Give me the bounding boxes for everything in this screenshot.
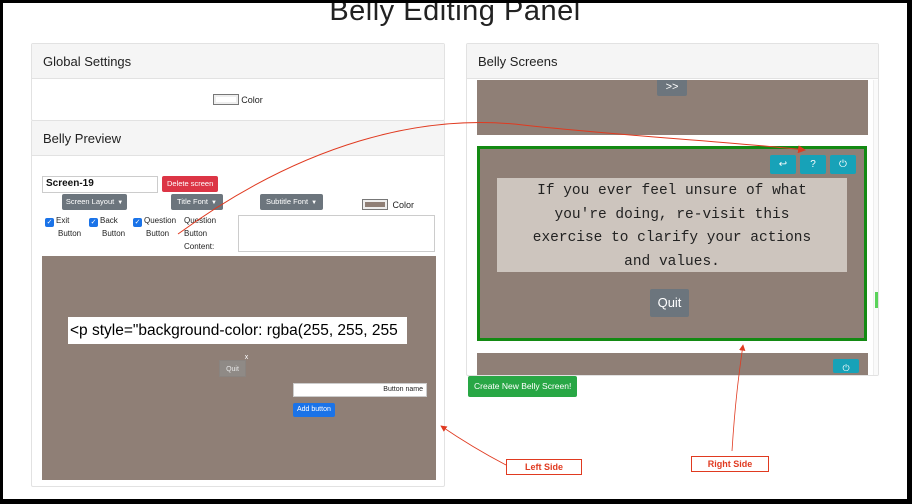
chevron-down-icon: ▼ xyxy=(211,200,217,206)
screen-layout-dropdown[interactable]: Screen Layout ▼ xyxy=(62,194,127,210)
screens-list: >> ↩ ? ⏻ If you ever feel unsure of what… xyxy=(467,80,878,375)
title-font-dropdown[interactable]: Title Font ▼ xyxy=(171,194,223,210)
preview-color-label: Color xyxy=(392,199,414,210)
back-line1: Back xyxy=(100,216,118,225)
question-content-label: Question Button Content: xyxy=(184,214,216,253)
right-side-annotation: Right Side xyxy=(691,456,769,472)
global-settings-card: Global Settings Color xyxy=(31,43,445,121)
screen-text-line: exercise to clarify your actions xyxy=(532,230,812,246)
next-screen-button[interactable]: >> xyxy=(657,80,687,96)
delete-screen-button[interactable]: Delete screen xyxy=(162,176,219,192)
quit-button[interactable]: Quit xyxy=(650,289,689,317)
screen-text: If you ever feel unsure of what you're d… xyxy=(497,178,847,272)
create-belly-screen-button[interactable]: Create New Belly Screen! xyxy=(468,376,578,397)
add-button[interactable]: Add button xyxy=(293,403,335,417)
subtitle-font-dropdown[interactable]: Subtitle Font ▼ xyxy=(260,194,323,210)
back-line2: Button xyxy=(102,229,126,238)
screen-card-selected[interactable]: ↩ ? ⏻ If you ever feel unsure of what yo… xyxy=(477,146,867,341)
preview-color-picker[interactable] xyxy=(362,199,388,211)
left-side-annotation: Left Side xyxy=(506,459,582,475)
screen-name-input[interactable]: Screen-19 xyxy=(42,176,158,193)
preview-text-field[interactable]: <p style="background-color: rgba(255, 25… xyxy=(68,317,407,344)
preview-quit-button[interactable]: Quit xyxy=(219,360,246,377)
chevron-down-icon: ▼ xyxy=(117,200,124,206)
power-icon[interactable]: ⏻ xyxy=(833,359,859,373)
app-frame: Belly Editing Panel Global Settings Colo… xyxy=(3,3,907,499)
exit-button-checkbox[interactable]: ✓ Exit Button xyxy=(45,214,81,240)
preview-canvas: <p style="background-color: rgba(255, 25… xyxy=(42,256,436,480)
belly-preview-card: Belly Preview Screen-19 Delete screen Sc… xyxy=(31,120,445,487)
screen-text-line: and values. xyxy=(624,253,720,270)
screen-text-line: If you ever feel unsure of what xyxy=(537,183,807,199)
qc-line3: Content: xyxy=(184,242,215,251)
question-button-checkbox[interactable]: ✓ Question Button xyxy=(133,214,176,240)
subtitle-font-label: Subtitle Font xyxy=(265,197,309,206)
screen-card-next: ⏻ xyxy=(477,353,868,375)
question-line1: Question xyxy=(144,216,177,225)
page-title: Belly Editing Panel xyxy=(329,3,581,27)
chevron-down-icon: ▼ xyxy=(311,200,318,206)
screen-text-line: you're doing, re-visit this xyxy=(554,206,790,223)
exit-line1: Exit xyxy=(56,216,70,225)
checkbox-checked-icon: ✓ xyxy=(45,218,54,227)
screen-card-previous: >> xyxy=(477,80,868,135)
back-button-checkbox[interactable]: ✓ Back Button xyxy=(89,214,125,240)
question-content-textarea[interactable] xyxy=(238,215,435,252)
belly-screens-header: Belly Screens xyxy=(467,44,878,79)
preview-color-row: Color xyxy=(362,196,414,214)
title-font-label: Title Font xyxy=(177,197,209,206)
global-color-row: Color xyxy=(32,79,444,120)
arrow-left-side xyxy=(440,425,507,466)
exit-line2: Button xyxy=(58,229,82,238)
button-name-input[interactable]: Button name xyxy=(293,383,427,397)
screen-layout-label: Screen Layout xyxy=(65,197,115,206)
qc-line2: Button xyxy=(184,229,208,238)
qc-line1: Question xyxy=(184,216,217,225)
belly-screens-card: Belly Screens >> ↩ ? ⏻ If you ever feel … xyxy=(466,43,879,376)
checkbox-checked-icon: ✓ xyxy=(133,218,142,227)
power-icon[interactable]: ⏻ xyxy=(830,155,856,174)
close-icon[interactable]: x xyxy=(242,353,251,362)
checkbox-checked-icon: ✓ xyxy=(89,218,98,227)
global-color-picker[interactable] xyxy=(213,94,240,105)
back-icon[interactable]: ↩ xyxy=(770,155,796,174)
scrollbar[interactable] xyxy=(873,80,878,375)
global-color-label: Color xyxy=(241,94,263,105)
belly-preview-header: Belly Preview xyxy=(32,121,444,156)
global-settings-header: Global Settings xyxy=(32,44,444,79)
question-line2: Button xyxy=(146,229,170,238)
help-icon[interactable]: ? xyxy=(800,155,826,174)
scrollbar-thumb[interactable] xyxy=(875,292,878,308)
